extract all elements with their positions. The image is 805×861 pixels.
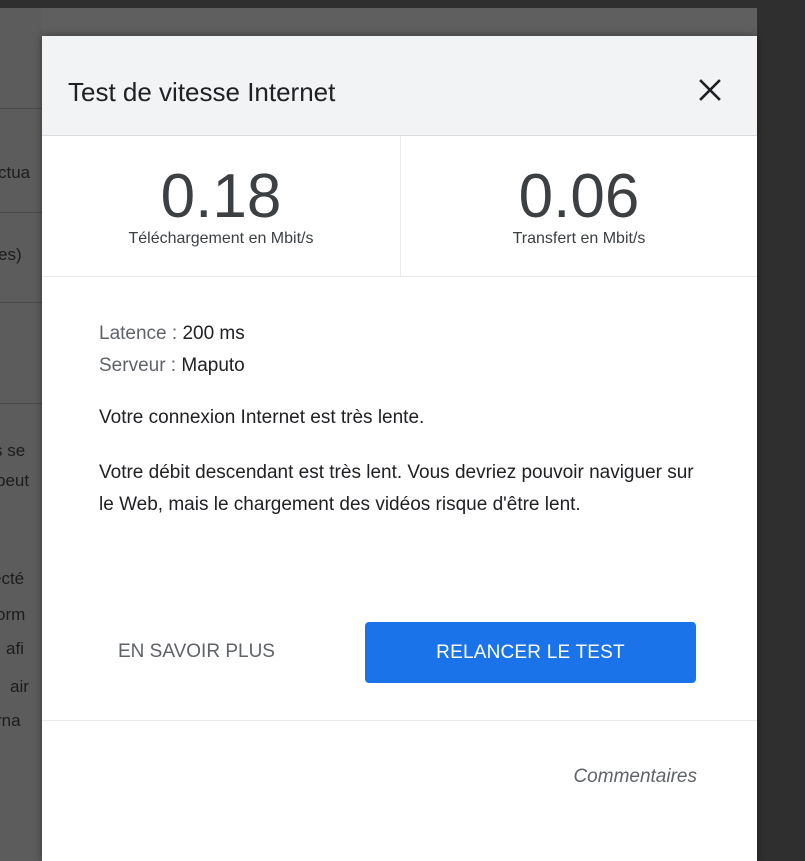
page-text-fragment: peut [0,471,30,490]
dimmed-page-right-strip [757,0,805,861]
latency-key: Latence : [99,323,183,344]
result-details: Latence : 200 ms Serveur : Maputo Votre … [99,318,719,521]
dimmed-page-left-strip: ctua es) s se peut ecté orm afi air rna [0,0,42,861]
latency-value: 200 ms [182,323,245,344]
server-key: Serveur : [99,355,182,376]
page-text-fragment: afi [6,639,24,658]
page-text-fragment: air [10,677,29,696]
page-divider [0,212,42,213]
dimmed-page-top-band [0,0,805,8]
page-text-fragment: s se [0,441,26,460]
server-row: Serveur : Maputo [99,350,719,382]
dialog-title: Test de vitesse Internet [68,77,336,107]
download-speed-value: 0.18 [160,162,282,231]
page-text-fragment: ctua [0,163,31,182]
latency-row: Latence : 200 ms [99,318,719,350]
learn-more-button[interactable]: EN SAVOIR PLUS [102,622,352,682]
page-text-fragment: orm [0,605,26,624]
page-divider [0,302,42,303]
feedback-link[interactable]: Commentaires [573,766,697,788]
server-value: Maputo [181,355,245,376]
connection-status: Votre connexion Internet est très lente. [99,407,425,428]
upload-speed-label: Transfert en Mbit/s [512,230,646,247]
page-divider [0,108,42,109]
connection-description: Votre débit descendant est très lent. Vo… [99,462,694,515]
download-metric: 0.18 Téléchargement en Mbit/s [42,136,400,276]
speed-metrics: 0.18 Téléchargement en Mbit/s 0.06 Trans… [42,136,757,277]
footer-divider [42,720,757,721]
page-divider [0,403,42,404]
rerun-test-button[interactable]: RELANCER LE TEST [365,622,696,683]
page-text-fragment: rna [0,711,21,730]
speed-test-dialog: Test de vitesse Internet 0.18 Télécharge… [42,36,757,861]
dialog-header: Test de vitesse Internet [42,36,757,136]
page-text-fragment: es) [0,245,22,264]
upload-metric: 0.06 Transfert en Mbit/s [401,136,757,276]
close-icon [699,79,721,101]
page-text-fragment: ecté [0,569,25,588]
download-speed-label: Téléchargement en Mbit/s [128,230,314,247]
close-button[interactable] [690,70,730,110]
upload-speed-value: 0.06 [518,162,640,231]
